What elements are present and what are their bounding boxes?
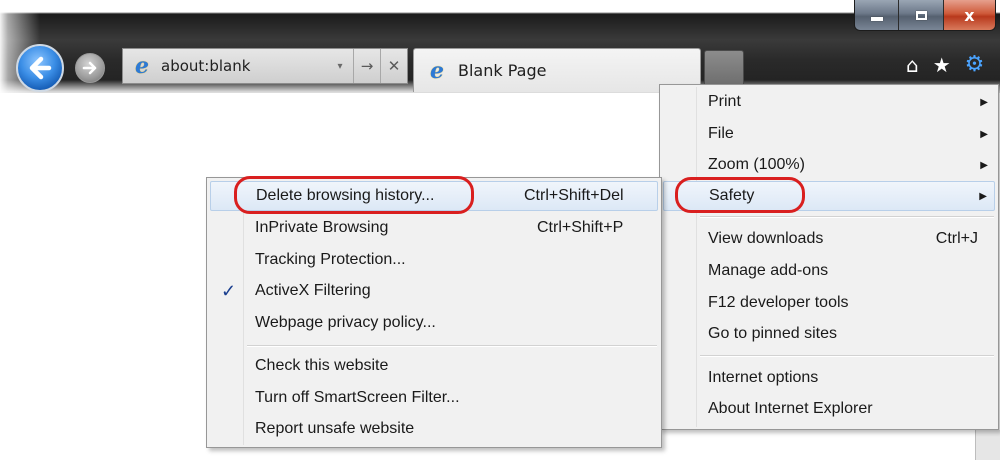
go-arrow-icon[interactable]: → — [353, 49, 380, 83]
submenu-arrow-icon: ▶ — [979, 190, 987, 202]
minimize-icon — [870, 17, 883, 21]
tab-blank-page[interactable]: e Blank Page — [413, 48, 701, 92]
menu-separator — [700, 216, 994, 218]
menu-item-inprivate-browsing[interactable]: InPrivate Browsing Ctrl+Shift+P — [207, 213, 661, 243]
menu-item-internet-options[interactable]: Internet options — [660, 363, 998, 393]
menu-item-report-unsafe-website[interactable]: Report unsafe website — [207, 414, 661, 444]
minimize-button[interactable] — [855, 0, 900, 30]
menu-shortcut: Ctrl+J — [935, 230, 978, 247]
window-caption-buttons: x — [854, 0, 996, 31]
submenu-arrow-icon: ▶ — [980, 159, 988, 171]
tab-title: Blank Page — [458, 61, 547, 80]
home-icon[interactable]: ⌂ — [906, 55, 919, 75]
address-dropdown-icon[interactable]: ▾ — [327, 49, 353, 83]
menu-shortcut: Ctrl+Shift+P — [537, 219, 624, 236]
address-bar[interactable]: e about:blank ▾ → ✕ — [122, 48, 408, 84]
highlight-ring-delete-history — [234, 176, 474, 214]
highlight-ring-safety — [675, 177, 805, 213]
address-input[interactable]: about:blank — [161, 57, 327, 75]
menu-item-zoom[interactable]: Zoom (100%) ▶ — [660, 150, 998, 180]
submenu-arrow-icon: ▶ — [980, 96, 988, 108]
back-button[interactable] — [16, 44, 64, 92]
menu-item-webpage-privacy-policy[interactable]: Webpage privacy policy... — [207, 308, 661, 338]
safety-submenu: Delete browsing history... Ctrl+Shift+De… — [206, 177, 662, 448]
favorites-star-icon[interactable]: ★ — [933, 55, 951, 75]
menu-item-view-downloads[interactable]: View downloads Ctrl+J — [660, 224, 998, 254]
menu-item-turn-off-smartscreen-filter[interactable]: Turn off SmartScreen Filter... — [207, 383, 661, 413]
menu-item-go-to-pinned-sites[interactable]: Go to pinned sites — [660, 319, 998, 349]
new-tab-button[interactable] — [704, 50, 744, 86]
back-arrow-icon — [29, 56, 52, 80]
menu-item-about-internet-explorer[interactable]: About Internet Explorer — [660, 394, 998, 424]
menu-item-manage-addons[interactable]: Manage add-ons — [660, 256, 998, 286]
menu-item-print[interactable]: Print ▶ — [660, 87, 998, 117]
content-right-edge — [975, 430, 1000, 460]
tools-gear-icon[interactable]: ⚙ — [965, 54, 985, 76]
menu-shortcut: Ctrl+Shift+Del — [524, 187, 624, 204]
ie-page-icon: e — [135, 53, 149, 79]
stop-icon[interactable]: ✕ — [380, 49, 407, 83]
close-icon: x — [964, 5, 975, 25]
maximize-button[interactable] — [899, 0, 944, 30]
forward-arrow-icon — [82, 61, 97, 75]
submenu-arrow-icon: ▶ — [980, 128, 988, 140]
maximize-icon — [915, 10, 927, 20]
menu-item-activex-filtering[interactable]: ✓ ActiveX Filtering — [207, 276, 661, 306]
menu-item-check-this-website[interactable]: Check this website — [207, 351, 661, 381]
command-icons: ⌂ ★ ⚙ — [906, 52, 984, 78]
checkmark-icon: ✓ — [221, 280, 237, 301]
menu-item-file[interactable]: File ▶ — [660, 119, 998, 149]
menu-separator — [247, 345, 657, 347]
menu-item-f12-developer-tools[interactable]: F12 developer tools — [660, 288, 998, 318]
tools-menu: Print ▶ File ▶ Zoom (100%) ▶ Safety ▶ Vi… — [659, 84, 999, 430]
close-window-button[interactable]: x — [943, 0, 995, 30]
ie-tab-icon: e — [430, 57, 444, 84]
forward-button[interactable] — [75, 53, 105, 83]
menu-item-tracking-protection[interactable]: Tracking Protection... — [207, 245, 661, 275]
menu-separator — [700, 355, 994, 357]
